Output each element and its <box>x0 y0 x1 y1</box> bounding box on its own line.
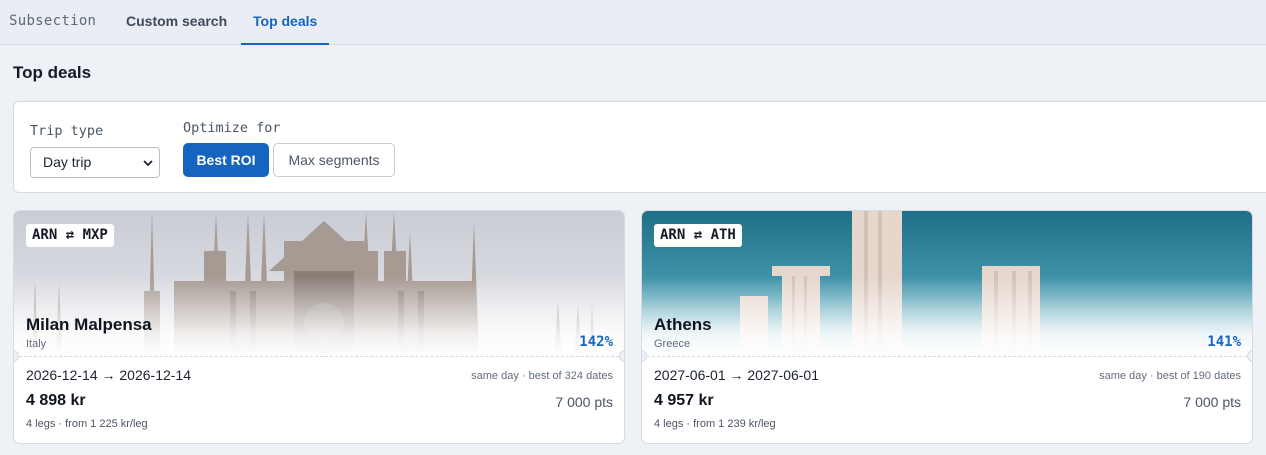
chevron-down-icon <box>143 160 153 167</box>
points: 7 000 pts <box>1183 394 1241 410</box>
price: 4 898 kr <box>26 392 86 409</box>
max-segments-button[interactable]: Max segments <box>273 143 395 177</box>
tab-subsection[interactable]: Subsection <box>9 0 96 45</box>
legs-summary: 4 legs · from 1 239 kr/leg <box>654 418 776 430</box>
deal-card-milan[interactable]: ARN ⇄ MXP Milan Malpensa Italy 142% 2026… <box>13 210 625 444</box>
ticket-notch-right <box>1247 350 1252 362</box>
travel-dates: 2027-06-01 → 2027-06-01 <box>654 367 820 383</box>
trip-type-value: Day trip <box>43 154 92 170</box>
filter-panel: Trip type Day trip Optimize for Best ROI… <box>13 101 1266 193</box>
optimize-for-label: Optimize for <box>183 120 281 136</box>
trip-type-label: Trip type <box>30 123 104 139</box>
trip-type-select[interactable]: Day trip <box>30 147 160 178</box>
date-search-summary: same day · best of 324 dates <box>471 370 613 382</box>
points: 7 000 pts <box>555 394 613 410</box>
deal-card-athens[interactable]: ARN ⇄ ATH Athens Greece 141% 2027-06-01 … <box>641 210 1253 444</box>
destination-country: Greece <box>654 338 691 350</box>
price: 4 957 kr <box>654 392 714 409</box>
legs-summary: 4 legs · from 1 225 kr/leg <box>26 418 148 430</box>
tab-top-deals[interactable]: Top deals <box>241 0 330 45</box>
roi-value: 141% <box>1207 334 1241 350</box>
page-title: Top deals <box>13 63 92 82</box>
destination-city: Milan Malpensa <box>26 315 152 334</box>
tab-custom-search[interactable]: Custom search <box>126 0 227 45</box>
travel-dates: 2026-12-14 → 2026-12-14 <box>26 367 192 383</box>
route-badge: ARN ⇄ ATH <box>654 224 742 247</box>
best-roi-button[interactable]: Best ROI <box>183 143 269 177</box>
route-badge: ARN ⇄ MXP <box>26 224 114 247</box>
tab-bar: Subsection Custom search Top deals <box>0 0 1266 45</box>
ticket-notch-right <box>619 350 624 362</box>
card-divider <box>642 356 1252 357</box>
date-search-summary: same day · best of 190 dates <box>1099 370 1241 382</box>
roi-value: 142% <box>579 334 613 350</box>
card-divider <box>14 356 624 357</box>
destination-city: Athens <box>654 315 712 334</box>
destination-country: Italy <box>26 338 47 350</box>
